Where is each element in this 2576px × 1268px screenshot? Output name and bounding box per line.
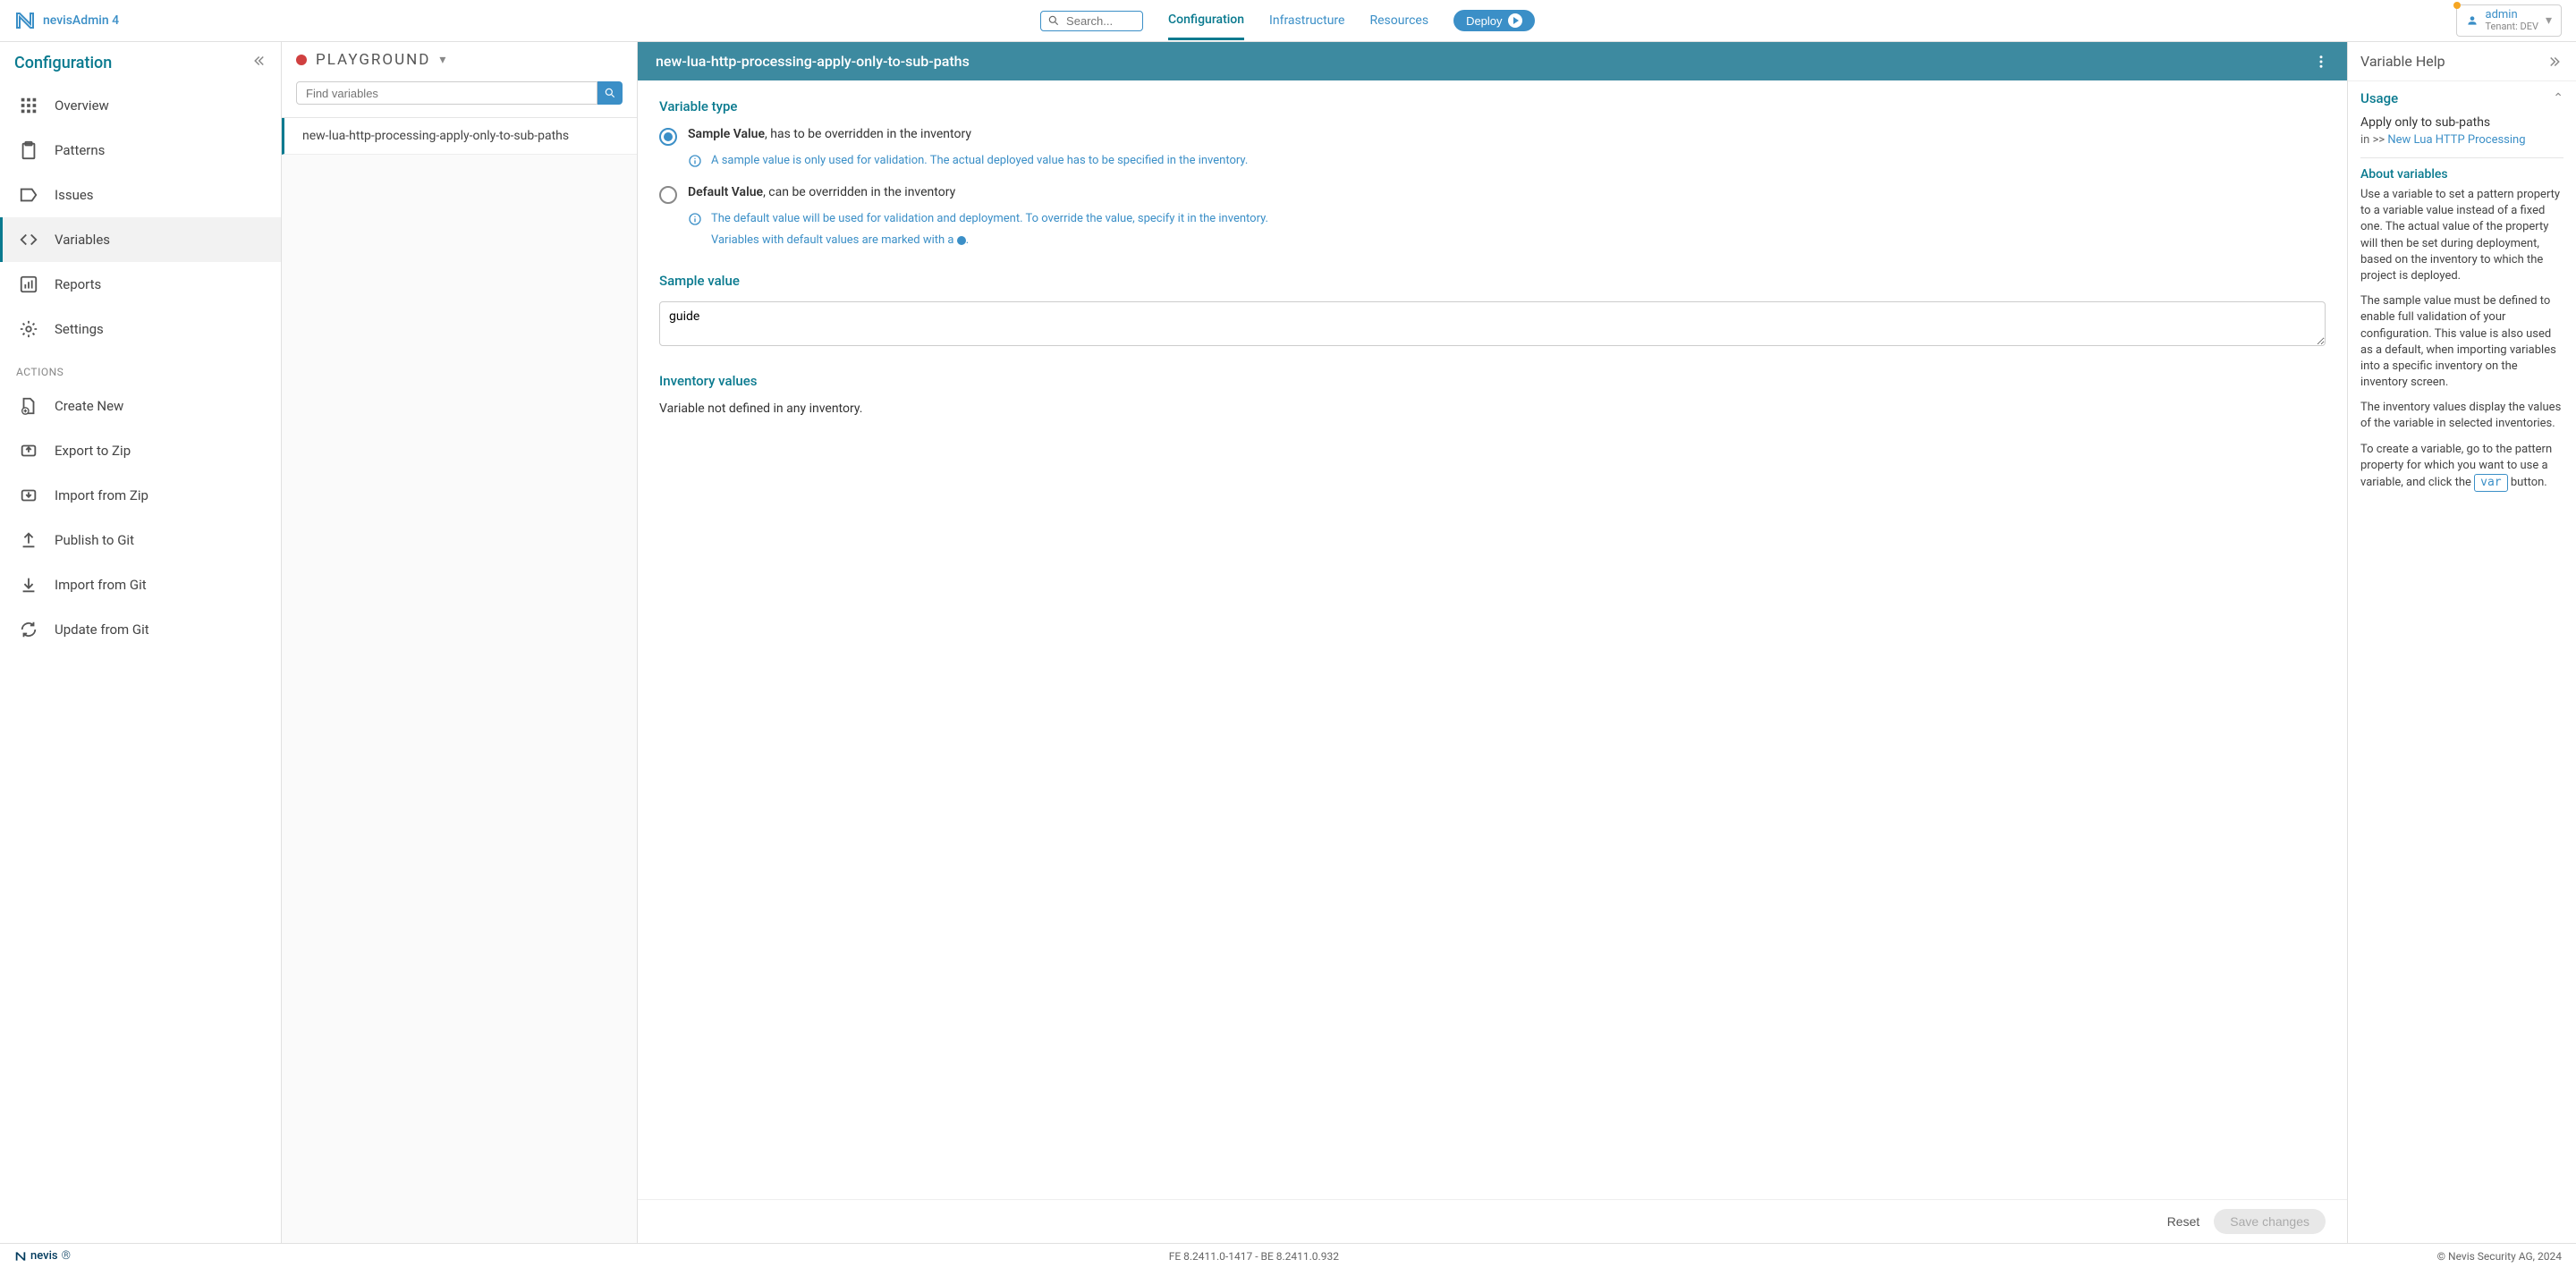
user-menu[interactable]: admin Tenant: DEV ▾ (2456, 4, 2563, 37)
sample-value-heading: Sample value (659, 273, 2326, 289)
sidebar-item-settings[interactable]: Settings (0, 307, 281, 351)
gear-icon (19, 319, 38, 339)
sample-info-text: A sample value is only used for validati… (711, 153, 1248, 169)
find-variables-button[interactable] (597, 81, 623, 105)
usage-breadcrumb: in >> New Lua HTTP Processing (2360, 133, 2563, 147)
expand-help-icon[interactable] (2547, 54, 2563, 70)
action-update-git[interactable]: Update from Git (0, 607, 281, 652)
inventory-status-text: Variable not defined in any inventory. (659, 402, 2326, 416)
help-paragraph: The sample value must be defined to enab… (2360, 293, 2563, 391)
more-menu-icon[interactable] (2313, 54, 2329, 70)
variable-usage-title: Apply only to sub-paths (2360, 115, 2563, 130)
default-info-text: The default value will be used for valid… (711, 211, 1268, 227)
actions-heading: ACTIONS (0, 351, 281, 384)
info-icon (688, 154, 702, 168)
sidebar-item-issues[interactable]: Issues (0, 173, 281, 217)
help-title: Variable Help (2360, 53, 2445, 70)
variable-list-item[interactable]: new-lua-http-processing-apply-only-to-su… (282, 118, 637, 155)
info-icon (688, 212, 702, 226)
tenant-label: Tenant: DEV (2486, 21, 2538, 32)
help-panel: Variable Help Usage ⌃ Apply only to sub-… (2347, 42, 2576, 1243)
deploy-button[interactable]: Deploy (1453, 10, 1534, 31)
collapse-sidebar-icon[interactable] (250, 53, 267, 72)
find-variables-input[interactable] (296, 81, 597, 105)
nav-resources[interactable]: Resources (1369, 3, 1428, 38)
global-search[interactable] (1040, 11, 1143, 31)
variable-title: new-lua-http-processing-apply-only-to-su… (656, 53, 970, 70)
grid-icon (19, 96, 38, 115)
logo-icon (14, 10, 36, 31)
variable-type-heading: Variable type (659, 98, 2326, 114)
chevron-up-icon: ⌃ (2553, 91, 2563, 106)
project-selector[interactable]: PLAYGROUND ▾ (282, 42, 637, 69)
file-plus-icon (19, 396, 38, 416)
chevron-down-icon: ▾ (439, 53, 445, 67)
help-paragraph: The inventory values display the values … (2360, 400, 2563, 432)
action-export-zip[interactable]: Export to Zip (0, 428, 281, 473)
chart-icon (19, 275, 38, 294)
action-publish-git[interactable]: Publish to Git (0, 518, 281, 562)
upload-icon (19, 530, 38, 550)
play-icon (1508, 13, 1522, 28)
variables-panel: PLAYGROUND ▾ new-lua-http-processing-app… (282, 42, 638, 1243)
help-paragraph: To create a variable, go to the pattern … (2360, 442, 2563, 493)
clipboard-icon (19, 140, 38, 160)
search-icon (1047, 14, 1060, 27)
app-name: nevisAdmin 4 (43, 13, 119, 28)
chevron-down-icon: ▾ (2546, 13, 2552, 28)
radio-default-value[interactable]: Default Value, can be overridden in the … (659, 185, 2326, 204)
refresh-icon (19, 620, 38, 639)
topbar: nevisAdmin 4 Configuration Infrastructur… (0, 0, 2576, 42)
nav-infrastructure[interactable]: Infrastructure (1269, 3, 1344, 38)
footer: nevis® FE 8.2411.0-1417 - BE 8.2411.0.93… (0, 1243, 2576, 1268)
logo-icon (14, 1250, 27, 1263)
action-create-new[interactable]: Create New (0, 384, 281, 428)
usage-section-toggle[interactable]: Usage ⌃ (2348, 81, 2576, 110)
code-icon (19, 230, 38, 249)
project-name: PLAYGROUND (316, 51, 430, 69)
action-import-zip[interactable]: Import from Zip (0, 473, 281, 518)
about-variables-heading: About variables (2360, 167, 2563, 182)
sidebar-item-variables[interactable]: Variables (0, 217, 281, 262)
footer-brand: nevis® (14, 1249, 71, 1263)
reset-button[interactable]: Reset (2167, 1214, 2200, 1229)
sample-value-input[interactable]: guide (659, 301, 2326, 346)
help-paragraph: Use a variable to set a pattern property… (2360, 187, 2563, 284)
status-dot-icon (296, 55, 307, 65)
download-icon (19, 575, 38, 595)
radio-icon (659, 128, 677, 146)
action-import-git[interactable]: Import from Git (0, 562, 281, 607)
variable-detail: new-lua-http-processing-apply-only-to-su… (638, 42, 2347, 1243)
sidebar-title: Configuration (14, 54, 112, 72)
save-changes-button[interactable]: Save changes (2214, 1209, 2326, 1234)
sidebar-item-patterns[interactable]: Patterns (0, 128, 281, 173)
inventory-values-heading: Inventory values (659, 373, 2326, 389)
copyright-text: © Nevis Security AG, 2024 (2437, 1250, 2562, 1263)
zip-up-icon (19, 441, 38, 461)
search-icon (604, 87, 616, 99)
nav-configuration[interactable]: Configuration (1168, 2, 1244, 40)
notification-dot (2453, 2, 2461, 9)
sidebar-item-overview[interactable]: Overview (0, 83, 281, 128)
user-name: admin (2486, 9, 2538, 21)
radio-sample-value[interactable]: Sample Value, has to be overridden in th… (659, 127, 2326, 146)
zip-down-icon (19, 486, 38, 505)
user-icon (2466, 14, 2479, 27)
sidebar: Configuration Overview Patterns Issues V… (0, 42, 282, 1243)
app-logo[interactable]: nevisAdmin 4 (14, 10, 119, 31)
sidebar-item-reports[interactable]: Reports (0, 262, 281, 307)
tag-icon (19, 185, 38, 205)
usage-pattern-link[interactable]: New Lua HTTP Processing (2387, 133, 2525, 147)
bullet-icon (957, 236, 966, 245)
var-chip-icon: var (2474, 474, 2507, 492)
version-text: FE 8.2411.0-1417 - BE 8.2411.0.932 (1169, 1250, 1339, 1263)
radio-icon (659, 186, 677, 204)
